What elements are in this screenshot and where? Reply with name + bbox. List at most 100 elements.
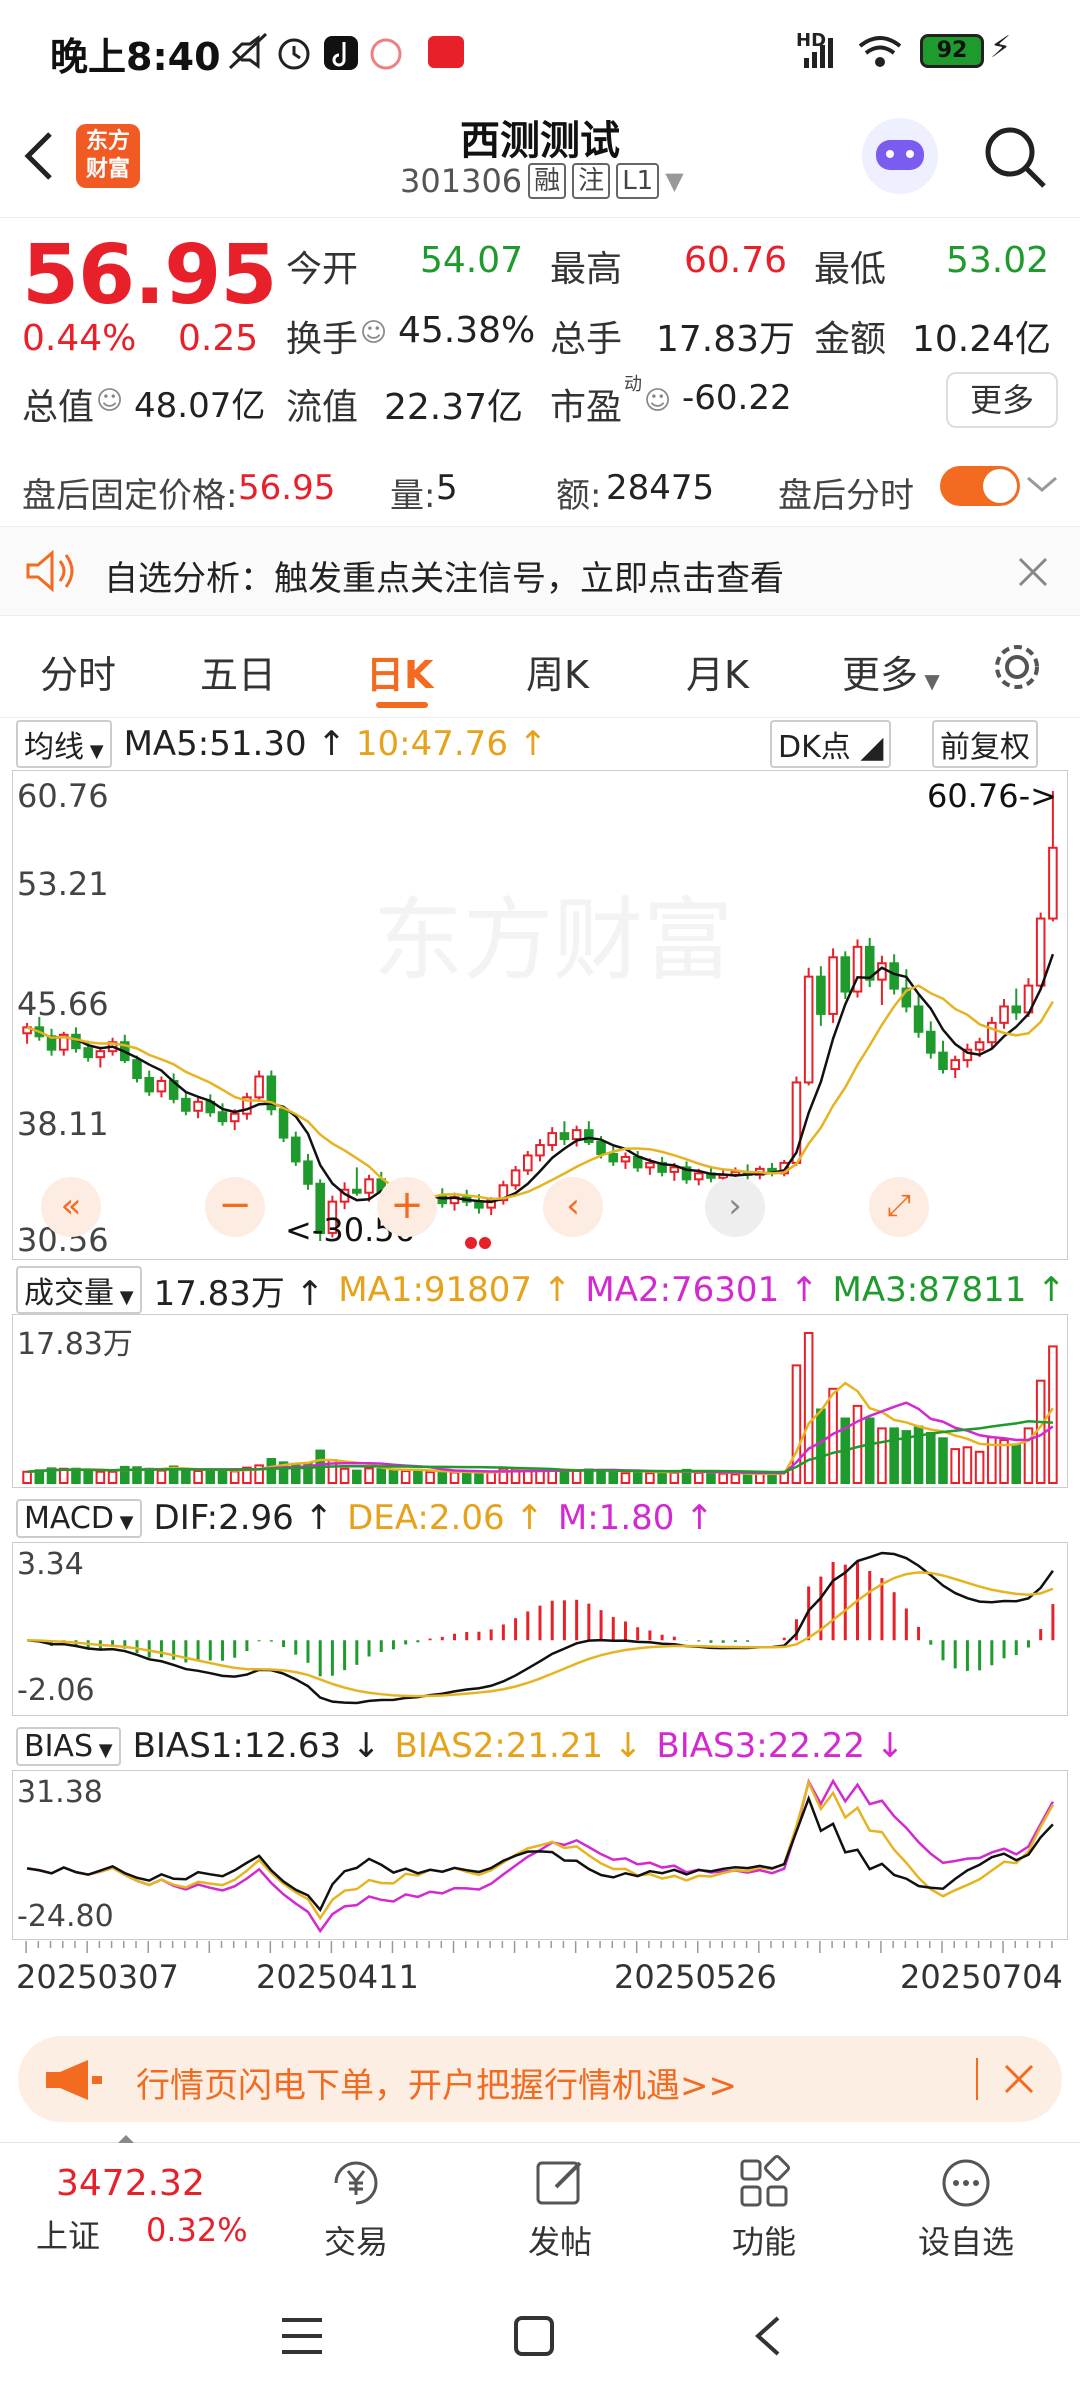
volume-bar xyxy=(229,1470,240,1484)
registration-tag: 注 xyxy=(572,163,611,199)
zoom-out-icon[interactable]: − xyxy=(205,1177,265,1237)
volume-bar xyxy=(608,1470,619,1484)
after-price-label: 盘后固定价格: xyxy=(22,476,238,516)
function-button[interactable]: 功能 xyxy=(704,2153,824,2263)
volume-bar xyxy=(974,1450,985,1485)
more-button[interactable]: 更多 xyxy=(946,372,1058,428)
stock-code-row[interactable]: 301306 融 注 L1 ▼ xyxy=(400,162,684,200)
bias-chart-panel[interactable]: 31.38 -24.80 xyxy=(12,1770,1068,1940)
volume-bar xyxy=(437,1470,448,1484)
event-dot[interactable] xyxy=(479,1237,491,1249)
kline-chart-panel[interactable]: 东方财富 60.76 53.21 45.66 38.11 30.56 60.76… xyxy=(12,770,1068,1260)
tab-daily-k[interactable]: 日K xyxy=(366,644,433,699)
candle-body xyxy=(156,1079,167,1093)
info-icon[interactable]: ☺ xyxy=(96,386,123,416)
status-time: 晚上8:40 xyxy=(50,35,221,79)
battery-icon: 92 xyxy=(920,34,984,68)
index-name[interactable]: 上证 xyxy=(36,2211,100,2257)
tab-more[interactable]: 更多 ▼ xyxy=(842,644,940,699)
candle-body xyxy=(290,1136,301,1163)
volume-bar xyxy=(71,1467,81,1484)
rewind-icon[interactable]: « xyxy=(41,1177,101,1237)
volume-chart-panel[interactable]: 17.83万 xyxy=(12,1314,1068,1488)
promo-banner[interactable]: 行情页闪电下单，开户把握行情机遇>> xyxy=(18,2036,1062,2122)
info-icon[interactable]: ☺ xyxy=(360,318,387,348)
amount-label: 金额 xyxy=(814,319,887,360)
trade-button[interactable]: 交易 xyxy=(296,2153,416,2263)
robot-assistant-icon[interactable] xyxy=(862,118,938,194)
bias-selector[interactable]: BIAS ▼ xyxy=(16,1726,121,1766)
volume-bar xyxy=(425,1471,435,1484)
axis-level-4: 38.11 xyxy=(17,1105,109,1143)
margin-tag: 融 xyxy=(528,163,567,199)
notice-bar[interactable]: 自选分析：触发重点关注信号，立即点击查看 xyxy=(0,526,1080,616)
volume-bar xyxy=(339,1467,350,1484)
tab-intraday[interactable]: 分时 xyxy=(40,644,116,699)
volume-bar xyxy=(718,1472,728,1484)
volume-bar xyxy=(486,1471,496,1484)
candle-body xyxy=(364,1178,374,1194)
current-price: 56.95 xyxy=(22,228,277,323)
index-pct[interactable]: 0.32% xyxy=(146,2211,248,2249)
adjust-button[interactable]: 前复权 xyxy=(932,720,1038,768)
close-icon[interactable] xyxy=(1002,2062,1036,2096)
bias2-value: BIAS2:21.21 ↓ xyxy=(394,1726,643,1766)
watermark: 东方财富 xyxy=(373,888,733,993)
settings-gear-icon[interactable] xyxy=(990,640,1044,694)
volume-bar xyxy=(413,1469,423,1484)
macd-selector[interactable]: MACD ▼ xyxy=(16,1498,142,1538)
bias-chart[interactable] xyxy=(13,1771,1067,1939)
add-watchlist-button[interactable]: 设自选 xyxy=(906,2153,1026,2263)
axis-level-3: 45.66 xyxy=(17,985,109,1023)
volume-selector[interactable]: 成交量 ▼ xyxy=(16,1266,142,1314)
after-hours-toggle[interactable] xyxy=(940,466,1020,506)
signal-icon xyxy=(804,38,833,68)
after-amt-label: 额: xyxy=(556,476,602,516)
info-icon[interactable]: ☺ xyxy=(644,386,671,416)
index-value[interactable]: 3472.32 xyxy=(56,2163,205,2204)
ma-selector[interactable]: 均线 ▼ xyxy=(16,720,112,768)
ma5-value: MA5:51.30 ↑ xyxy=(123,724,346,764)
charging-icon: ⚡ xyxy=(990,30,1012,65)
macd-m: M:1.80 ↑ xyxy=(557,1498,714,1538)
search-icon[interactable] xyxy=(980,122,1050,192)
vol-ma3-line xyxy=(27,1419,1053,1474)
menu-icon[interactable] xyxy=(280,2316,324,2356)
change-pct: 0.44% xyxy=(22,318,137,359)
battery-level: 92 xyxy=(936,38,968,63)
macd-dif: DIF:2.96 ↑ xyxy=(153,1498,334,1538)
high-value: 60.76 xyxy=(684,240,788,281)
event-dot[interactable] xyxy=(465,1237,477,1249)
candle-body xyxy=(645,1161,655,1169)
home-icon[interactable] xyxy=(512,2314,556,2358)
candle-body xyxy=(132,1059,142,1079)
post-button[interactable]: 发帖 xyxy=(500,2153,620,2263)
fullscreen-icon[interactable]: ⤢ xyxy=(869,1177,929,1237)
tab-five-day[interactable]: 五日 xyxy=(200,644,276,699)
yen-circle-icon xyxy=(334,2161,378,2205)
back-nav-icon[interactable] xyxy=(750,2314,786,2358)
macd-chart-panel[interactable]: 3.34 -2.06 xyxy=(12,1542,1068,1716)
macd-chart[interactable] xyxy=(13,1543,1067,1715)
scroll-right-icon[interactable]: › xyxy=(705,1177,765,1237)
scroll-left-icon[interactable]: ‹ xyxy=(543,1177,603,1237)
candle-body xyxy=(596,1141,606,1155)
volume-current: 17.83万 ↑ xyxy=(153,1273,325,1314)
vol-ma2: MA2:76301 ↑ xyxy=(585,1270,819,1310)
chevron-down-icon[interactable] xyxy=(1024,472,1060,496)
tab-monthly-k[interactable]: 月K xyxy=(686,644,749,699)
dk-point-button[interactable]: DK点 ◢ xyxy=(770,720,892,768)
volume-chart[interactable] xyxy=(13,1315,1067,1487)
volume-bar xyxy=(645,1472,655,1484)
close-icon[interactable] xyxy=(1016,555,1050,589)
candle-body xyxy=(510,1169,521,1187)
level-tag: L1 xyxy=(616,163,660,199)
tab-weekly-k[interactable]: 周K xyxy=(526,644,589,699)
volume-bar xyxy=(461,1472,472,1484)
volume-bar xyxy=(669,1471,680,1484)
candle-body xyxy=(938,1051,948,1071)
expand-arrow-icon[interactable] xyxy=(118,2135,134,2143)
candle-body xyxy=(693,1172,704,1181)
volume-label: 总手 xyxy=(550,319,623,360)
zoom-in-icon[interactable]: + xyxy=(377,1177,437,1237)
